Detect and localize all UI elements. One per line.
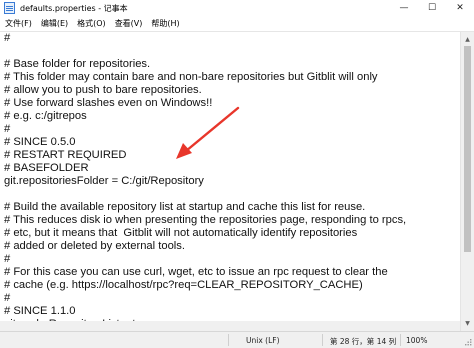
scroll-up-icon[interactable]: ▲ xyxy=(461,33,474,46)
text-line: # xyxy=(4,253,11,265)
status-divider xyxy=(400,334,401,346)
text-line: # This reduces disk io when presenting t… xyxy=(4,214,407,226)
text-line: # xyxy=(4,123,11,135)
maximize-button[interactable]: ☐ xyxy=(418,0,446,16)
text-line: git.repositoriesFolder = C:/git/Reposito… xyxy=(4,175,204,187)
close-button[interactable]: ✕ xyxy=(446,0,474,16)
zoom-status: 100% xyxy=(406,336,428,345)
text-editor[interactable]: # # Base folder for repositories. # This f… xyxy=(0,32,460,331)
text-line: # cache (e.g. https://localhost/rpc?req=… xyxy=(4,279,363,291)
title-bar[interactable]: defaults.properties - 记事本 — ☐ ✕ xyxy=(0,0,474,16)
status-divider xyxy=(322,334,323,346)
text-line: # Build the available repository list at… xyxy=(4,201,366,213)
menu-bar: 文件(F) 编辑(E) 格式(O) 查看(V) 帮助(H) xyxy=(0,16,474,31)
scrollbar-thumb[interactable] xyxy=(464,46,471,252)
text-line: # xyxy=(4,32,11,44)
text-line: # e.g. c:/gitrepos xyxy=(4,110,87,122)
text-line: # This folder may contain bare and non-b… xyxy=(4,71,378,83)
notepad-window: defaults.properties - 记事本 — ☐ ✕ 文件(F) 编辑… xyxy=(0,0,474,348)
text-line: # Use forward slashes even on Windows!! xyxy=(4,97,213,109)
notepad-icon xyxy=(4,2,15,14)
text-line: # added or deleted by external tools. xyxy=(4,240,185,252)
text-line: # allow you to push to bare repositories… xyxy=(4,84,202,96)
line-ending-status: Unix (LF) xyxy=(246,336,280,345)
window-title: defaults.properties - 记事本 xyxy=(20,3,128,13)
window-controls: — ☐ ✕ xyxy=(390,0,474,16)
menu-file[interactable]: 文件(F) xyxy=(1,18,36,29)
vertical-scrollbar[interactable]: ▲ ▼ xyxy=(460,32,474,331)
menu-format[interactable]: 格式(O) xyxy=(73,18,110,29)
status-divider xyxy=(228,334,229,346)
text-line: # Base folder for repositories. xyxy=(4,58,151,70)
scroll-down-icon[interactable]: ▼ xyxy=(461,317,474,330)
text-line: # xyxy=(4,292,11,304)
status-bar: Unix (LF) 第 28 行，第 14 列 100% xyxy=(0,331,474,348)
cursor-position-status: 第 28 行，第 14 列 xyxy=(330,337,397,346)
text-line: # SINCE 1.1.0 xyxy=(4,305,76,317)
horizontal-scroll-area xyxy=(0,321,460,331)
text-line: # BASEFOLDER xyxy=(4,162,89,174)
resize-grip-icon[interactable] xyxy=(464,338,472,346)
text-line: # RESTART REQUIRED xyxy=(4,149,127,161)
text-line: # SINCE 0.5.0 xyxy=(4,136,76,148)
menu-edit[interactable]: 编辑(E) xyxy=(37,18,72,29)
minimize-button[interactable]: — xyxy=(390,0,418,16)
menu-view[interactable]: 查看(V) xyxy=(111,18,147,29)
menu-help[interactable]: 帮助(H) xyxy=(147,18,183,29)
text-line: # For this case you can use curl, wget, … xyxy=(4,266,388,278)
text-line: # etc, but it means that Gitblit will no… xyxy=(4,227,358,239)
